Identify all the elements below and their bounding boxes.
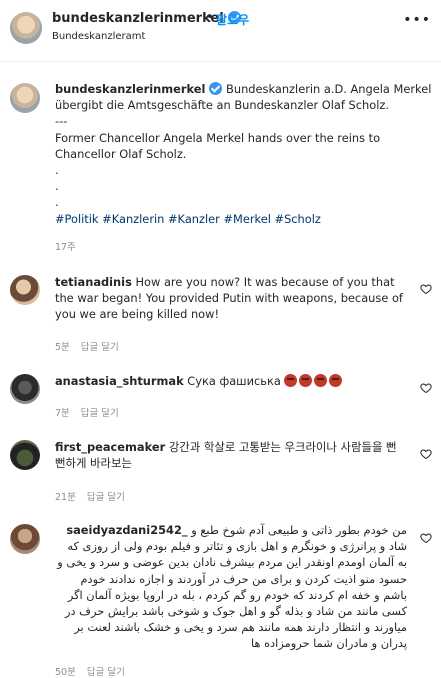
author-subtitle: Bundeskanzleramt [52, 31, 146, 42]
follow-button[interactable]: 팔로우 [216, 11, 249, 28]
comment-avatar[interactable] [10, 440, 40, 470]
like-heart-icon[interactable] [420, 448, 432, 460]
angry-face-emoji-icon [314, 374, 328, 387]
caption-dot: . [55, 179, 59, 194]
comment-meta: 50분 답글 달기 [55, 664, 125, 678]
reply-button[interactable]: 답글 달기 [81, 408, 119, 419]
comment-timestamp: 21분 [55, 492, 76, 503]
comment-meta: 5분 답글 달기 [55, 339, 119, 353]
angry-face-emoji-icon [284, 374, 298, 387]
like-heart-icon[interactable] [420, 532, 432, 544]
like-heart-icon[interactable] [420, 382, 432, 394]
comment-username[interactable]: anastasia_shturmak [55, 374, 184, 388]
comment-avatar[interactable] [10, 275, 40, 305]
comment-meta: 7분 답글 달기 [55, 405, 119, 419]
caption-username[interactable]: bundeskanzlerinmerkel [55, 82, 205, 96]
post-caption: bundeskanzlerinmerkel Bundeskanzlerin a.… [55, 81, 433, 227]
comment-timestamp: 50분 [55, 667, 76, 678]
post-header: bundeskanzlerinmerkel • 팔로우 Bundeskanzle… [0, 0, 441, 62]
comment-meta: 21분 답글 달기 [55, 489, 125, 503]
caption-text-en: Former Chancellor Angela Merkel hands ov… [55, 130, 381, 161]
separator-dot: • [206, 10, 214, 25]
like-heart-icon[interactable] [420, 283, 432, 295]
caption-dot: . [55, 195, 59, 210]
caption-timestamp: 17주 [55, 242, 76, 253]
caption-separator: --- [55, 114, 68, 129]
comment-username[interactable]: first_peacemaker [55, 440, 165, 454]
angry-face-emoji-icon [299, 374, 313, 387]
caption-dot: . [55, 163, 59, 178]
comment-avatar[interactable] [10, 374, 40, 404]
caption-avatar[interactable] [10, 83, 40, 113]
comment-body: Сука фашиська [187, 374, 281, 388]
reply-button[interactable]: 답글 달기 [87, 667, 125, 678]
comment-timestamp: 7분 [55, 408, 70, 419]
comment-username[interactable]: saeidyazdani2542_ [66, 523, 187, 537]
reply-button[interactable]: 답글 달기 [87, 492, 125, 503]
angry-face-emoji-icon [329, 374, 343, 387]
comment-text: saeidyazdani2542_ من خودم بطور ذاتی و طب… [55, 522, 407, 652]
comment-timestamp: 5분 [55, 342, 70, 353]
comment-text: tetianadinis How are you now? It was bec… [55, 274, 403, 323]
more-options-icon[interactable]: ••• [403, 12, 431, 28]
comment-avatar[interactable] [10, 524, 40, 554]
comment-text: anastasia_shturmak Сука фашиська [55, 373, 403, 389]
caption-hashtags[interactable]: #Politik #Kanzlerin #Kanzler #Merkel #Sc… [55, 212, 321, 226]
verified-badge-icon [209, 82, 223, 95]
comment-text: first_peacemaker 강간과 학살로 고통받는 우크라이나 사람들을… [55, 439, 403, 471]
author-avatar[interactable] [10, 12, 42, 44]
comment-body: من خودم بطور ذاتی و طبیعی آدم شوخ طبع و … [57, 523, 407, 651]
reply-button[interactable]: 답글 달기 [81, 342, 119, 353]
comment-username[interactable]: tetianadinis [55, 275, 132, 289]
